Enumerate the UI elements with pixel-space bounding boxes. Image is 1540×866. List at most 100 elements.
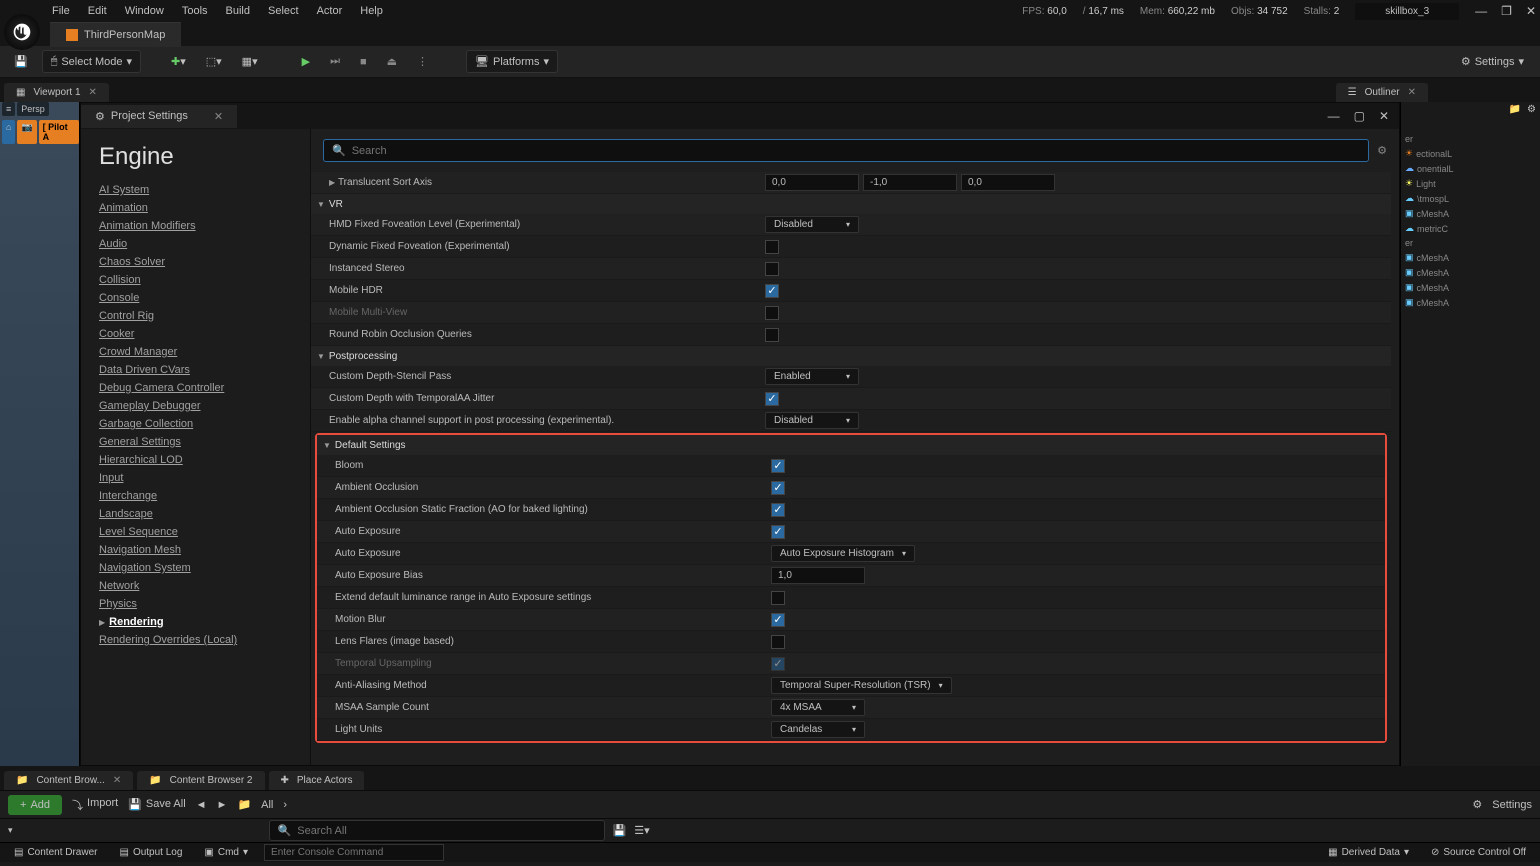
output-log-button[interactable]: ▤Output Log — [113, 845, 188, 860]
alpha-channel-dropdown[interactable]: Disabled▾ — [765, 412, 859, 429]
temporal-upsampling-checkbox[interactable]: ✓ — [771, 657, 785, 671]
outliner-item[interactable]: ▣cMeshA — [1401, 250, 1540, 265]
close-icon[interactable]: ✕ — [1408, 87, 1416, 98]
platforms-dropdown[interactable]: 🖥 Platforms ▾ — [466, 50, 558, 73]
category-postprocessing[interactable]: ▼Postprocessing — [311, 346, 1391, 366]
content-drawer-button[interactable]: ▤Content Drawer — [8, 845, 103, 860]
import-button[interactable]: ⤵Import — [72, 797, 118, 813]
home-icon[interactable]: ⌂ — [2, 120, 15, 144]
gear-icon[interactable]: ⚙ — [1527, 104, 1536, 115]
eject-icon[interactable]: ⏏ — [381, 51, 403, 72]
sequencer-icon[interactable]: ▦▾ — [236, 51, 264, 72]
sidebar-item-cooker[interactable]: Cooker — [99, 325, 310, 343]
auto-exposure-checkbox[interactable]: ✓ — [771, 525, 785, 539]
instanced-stereo-checkbox[interactable] — [765, 262, 779, 276]
mobile-hdr-checkbox[interactable]: ✓ — [765, 284, 779, 298]
tab-viewport[interactable]: ▦ Viewport 1 ✕ — [4, 83, 109, 102]
extend-luminance-checkbox[interactable] — [771, 591, 785, 605]
derived-data-button[interactable]: ▦Derived Data▾ — [1322, 845, 1415, 860]
menu-file[interactable]: File — [52, 5, 70, 17]
play-options-icon[interactable]: ⋮ — [411, 51, 434, 72]
close-icon[interactable]: ✕ — [89, 87, 97, 98]
sidebar-item-landscape[interactable]: Landscape — [99, 505, 310, 523]
sidebar-item-gameplay-debugger[interactable]: Gameplay Debugger — [99, 397, 310, 415]
outliner-item[interactable]: ☁metricC — [1401, 221, 1540, 236]
outliner-item[interactable]: ☁\tmospL — [1401, 191, 1540, 206]
menu-edit[interactable]: Edit — [88, 5, 107, 17]
console-input[interactable] — [264, 844, 444, 861]
outliner-item[interactable]: ▣cMeshA — [1401, 280, 1540, 295]
outliner-item[interactable]: er — [1401, 132, 1540, 146]
custom-depth-taa-checkbox[interactable]: ✓ — [765, 392, 779, 406]
maximize-icon[interactable]: ❐ — [1501, 4, 1512, 18]
ao-static-fraction-checkbox[interactable]: ✓ — [771, 503, 785, 517]
minimize-icon[interactable]: — — [1328, 109, 1340, 123]
menu-tools[interactable]: Tools — [182, 5, 208, 17]
stop-icon[interactable]: ■ — [354, 52, 373, 72]
sidebar-item-hierarchical-lod[interactable]: Hierarchical LOD — [99, 451, 310, 469]
sidebar-item-audio[interactable]: Audio — [99, 235, 310, 253]
save-icon[interactable]: 💾 — [8, 51, 34, 72]
add-button[interactable]: +Add — [8, 795, 62, 815]
settings-label[interactable]: Settings — [1492, 799, 1532, 811]
outliner-item[interactable]: ☀Light — [1401, 176, 1540, 191]
search-options-icon[interactable]: ⚙ — [1377, 144, 1387, 157]
menu-window[interactable]: Window — [125, 5, 164, 17]
cmd-dropdown[interactable]: ▣Cmd▾ — [198, 845, 254, 860]
expand-icon[interactable]: ▶ — [99, 618, 105, 627]
close-icon[interactable]: ✕ — [113, 775, 121, 786]
sidebar-item-network[interactable]: Network — [99, 577, 310, 595]
filter-icon[interactable]: ☰▾ — [634, 824, 649, 837]
add-content-icon[interactable]: ✚▾ — [165, 51, 192, 72]
sidebar-item-debug-camera[interactable]: Debug Camera Controller — [99, 379, 310, 397]
sidebar-item-ai-system[interactable]: AI System — [99, 181, 310, 199]
tab-place-actors[interactable]: ✚Place Actors — [269, 771, 365, 790]
content-search-input[interactable]: 🔍 — [269, 820, 605, 841]
menu-actor[interactable]: Actor — [317, 5, 343, 17]
light-units-dropdown[interactable]: Candelas▾ — [771, 721, 865, 738]
tab-content-browser-2[interactable]: 📁Content Browser 2 — [137, 771, 264, 790]
bloom-checkbox[interactable]: ✓ — [771, 459, 785, 473]
tsa-z-input[interactable]: 0,0 — [961, 174, 1055, 191]
sidebar-item-level-sequence[interactable]: Level Sequence — [99, 523, 310, 541]
source-control-button[interactable]: ⊘Source Control Off — [1425, 845, 1532, 860]
skip-icon[interactable]: ⏭ — [324, 51, 346, 72]
sidebar-item-rendering-overrides[interactable]: Rendering Overrides (Local) — [99, 631, 310, 649]
sidebar-item-control-rig[interactable]: Control Rig — [99, 307, 310, 325]
folder-icon[interactable]: 📁 — [237, 798, 251, 811]
sidebar-item-garbage-collection[interactable]: Garbage Collection — [99, 415, 310, 433]
sidebar-item-general-settings[interactable]: General Settings — [99, 433, 310, 451]
history-back-icon[interactable]: ◄ — [196, 799, 207, 811]
hmd-foveation-dropdown[interactable]: Disabled▾ — [765, 216, 859, 233]
close-icon[interactable]: ✕ — [214, 110, 223, 123]
outliner-item[interactable]: ▣cMeshA — [1401, 265, 1540, 280]
sidebar-item-collision[interactable]: Collision — [99, 271, 310, 289]
anti-aliasing-dropdown[interactable]: Temporal Super-Resolution (TSR)▾ — [771, 677, 952, 694]
viewport[interactable]: ≡ Persp ⌂ 📷 [ Pilot A — [0, 102, 80, 766]
filter-dropdown-icon[interactable]: ▾ — [8, 825, 13, 836]
category-default-settings[interactable]: ▼Default Settings — [317, 435, 1385, 455]
breadcrumb-all[interactable]: All — [261, 799, 273, 811]
sidebar-item-physics[interactable]: Physics — [99, 595, 310, 613]
menu-select[interactable]: Select — [268, 5, 299, 17]
save-view-icon[interactable]: 💾 — [613, 824, 627, 837]
motion-blur-checkbox[interactable]: ✓ — [771, 613, 785, 627]
sidebar-item-animation-modifiers[interactable]: Animation Modifiers — [99, 217, 310, 235]
sidebar-item-animation[interactable]: Animation — [99, 199, 310, 217]
search-input[interactable]: 🔍 — [323, 139, 1369, 162]
ambient-occlusion-checkbox[interactable]: ✓ — [771, 481, 785, 495]
dynamic-foveation-checkbox[interactable] — [765, 240, 779, 254]
sidebar-item-input[interactable]: Input — [99, 469, 310, 487]
tab-level[interactable]: ThirdPersonMap — [50, 22, 181, 47]
sidebar-item-navigation-mesh[interactable]: Navigation Mesh — [99, 541, 310, 559]
minimize-icon[interactable]: — — [1475, 4, 1487, 18]
viewport-menu[interactable]: ≡ — [2, 102, 15, 116]
select-mode-dropdown[interactable]: 🖱 Select Mode ▾ — [42, 50, 141, 73]
sidebar-item-chaos-solver[interactable]: Chaos Solver — [99, 253, 310, 271]
marketplace-icon[interactable]: ⬚▾ — [200, 51, 228, 72]
play-icon[interactable]: ▶ — [296, 51, 316, 72]
round-robin-occlusion-checkbox[interactable] — [765, 328, 779, 342]
outliner-item[interactable]: ☁onentialL — [1401, 161, 1540, 176]
outliner-item[interactable]: ☀ectionalL — [1401, 146, 1540, 161]
menu-build[interactable]: Build — [226, 5, 250, 17]
